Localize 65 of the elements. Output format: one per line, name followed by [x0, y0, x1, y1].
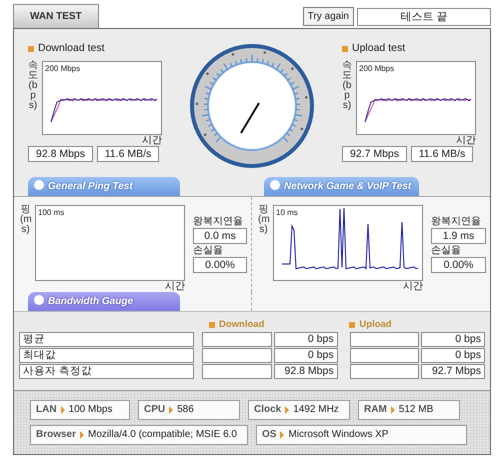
bullet-icon — [342, 46, 348, 52]
bullet-icon — [28, 46, 34, 52]
info-label: Clock — [254, 403, 282, 418]
rate-value: 11.6 MB/s — [411, 146, 473, 162]
info-label: CPU — [144, 403, 166, 418]
panel-title: Download test — [38, 41, 105, 56]
try-again-button[interactable]: Try again — [302, 7, 354, 26]
arrow-icon — [390, 406, 395, 414]
arrow-icon — [285, 406, 290, 414]
latency-label: 왕복지연율 — [431, 215, 482, 228]
rate-value: 92.8 Mbps — [28, 146, 93, 162]
arrow-icon — [169, 406, 174, 414]
loss-value: 0.00% — [193, 257, 247, 273]
loss-label: 손실율 — [431, 244, 462, 257]
loss-value: 0.00% — [431, 257, 486, 273]
axis-label: 시간 — [164, 281, 185, 292]
scale-label: 200 Mbps — [359, 62, 394, 75]
info-value: 586 — [177, 403, 194, 418]
axis-label: 핑(ms) — [258, 205, 269, 237]
axis-label: 시간 — [141, 134, 162, 146]
value-cell: 0 bps — [274, 348, 338, 364]
axis-label: 시간 — [402, 281, 423, 292]
value-cell: 0 bps — [421, 348, 485, 364]
row-label: 최대값 — [19, 348, 194, 364]
scale-label: 200 Mbps — [45, 62, 80, 75]
rate-value: 11.6 MB/s — [97, 146, 159, 162]
axis-label: 속도(bps) — [342, 60, 352, 113]
value-cell: 92.7 Mbps — [421, 364, 485, 380]
arrow-icon — [60, 406, 65, 414]
bullet-icon — [209, 322, 215, 328]
info-value: 100 Mbps — [68, 403, 112, 418]
section-tab[interactable]: Bandwidth Gauge — [28, 292, 180, 311]
section-tab[interactable]: Network Game & VoIP Test — [264, 177, 420, 196]
column-header: Download — [219, 318, 264, 332]
panel-title: Upload test — [352, 41, 406, 56]
info-value: 512 MB — [398, 403, 434, 418]
arrow-icon — [280, 431, 284, 440]
info-value: 1492 MHz — [293, 403, 339, 418]
row-label: 평균 — [19, 332, 194, 348]
column-header: Upload — [359, 318, 392, 332]
bullet-icon — [349, 322, 356, 328]
section-tab[interactable]: General Ping Test — [28, 177, 180, 196]
arrow-icon — [80, 431, 84, 440]
scale-label: 10 ms — [276, 207, 298, 219]
latency-value: 0.0 ms — [193, 228, 247, 244]
tab[interactable]: WAN TEST — [13, 4, 99, 28]
rate-value: 92.7 Mbps — [342, 146, 407, 162]
info-label: OS — [262, 428, 276, 442]
scale-label: 100 ms — [38, 207, 64, 219]
info-value: Mozilla/4.0 (compatible; MSIE 6.0 — [88, 428, 237, 442]
info-label: LAN — [36, 403, 57, 418]
axis-label: 핑(ms) — [20, 205, 31, 237]
axis-label: 시간 — [455, 134, 476, 146]
info-value: Microsoft Windows XP — [288, 428, 388, 442]
value-cell: 92.8 Mbps — [274, 364, 338, 380]
latency-label: 왕복지연율 — [193, 215, 244, 228]
loss-label: 손실율 — [193, 244, 224, 257]
value-cell: 0 bps — [421, 332, 485, 348]
axis-label: 속도(bps) — [28, 60, 38, 113]
status-field: 테스트 끝 — [357, 8, 491, 26]
value-cell: 0 bps — [274, 332, 338, 348]
latency-value: 1.9 ms — [431, 228, 486, 244]
info-label: RAM — [364, 403, 387, 418]
row-label: 사용자 측정값 — [19, 364, 194, 380]
info-label: Browser — [36, 428, 76, 442]
